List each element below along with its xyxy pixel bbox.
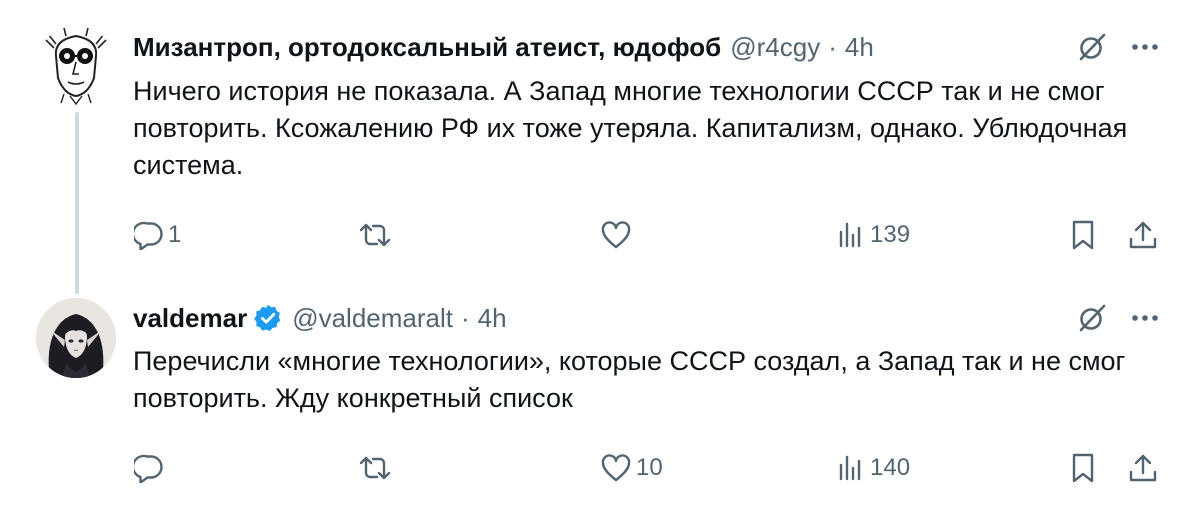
views-count: 140 [870, 454, 911, 481]
author-name[interactable]: valdemar [133, 303, 247, 334]
like-button[interactable] [600, 215, 636, 255]
share-button[interactable] [1127, 215, 1159, 255]
like-count: 10 [636, 454, 663, 481]
share-button[interactable] [1127, 448, 1159, 488]
more-button[interactable] [1128, 301, 1162, 335]
tweet-text: Ничего история не показала. А Запад мног… [133, 76, 1128, 180]
bookmark-button[interactable] [1068, 448, 1098, 488]
separator-dot: · [828, 31, 837, 62]
author-handle[interactable]: @r4cgy [730, 32, 820, 63]
more-button[interactable] [1128, 30, 1162, 64]
tweet-header: Мизантроп, ортодоксальный атеист, юдофоб… [133, 30, 874, 64]
bookmark-icon [1072, 220, 1094, 250]
tweet[interactable]: Мизантроп, ортодоксальный атеист, юдофоб… [0, 0, 1200, 294]
more-icon [1132, 44, 1158, 50]
retweet-icon [359, 456, 391, 480]
reply-icon [134, 221, 163, 250]
grok-icon [1079, 304, 1106, 332]
reply-button[interactable]: 1 [134, 215, 181, 255]
action-bar: 10 140 [0, 448, 1200, 488]
author-name[interactable]: Мизантроп, ортодоксальный атеист, юдофоб [133, 32, 721, 63]
author-handle[interactable]: @valdemaralt [292, 303, 453, 334]
retweet-icon [359, 223, 391, 247]
views-button[interactable]: 139 [836, 215, 910, 255]
grok-button[interactable] [1075, 30, 1109, 64]
verified-badge-icon [254, 304, 281, 331]
thread-line [75, 112, 79, 294]
views-count: 139 [870, 221, 911, 248]
avatar[interactable] [36, 298, 116, 378]
avatar-image [36, 26, 116, 106]
bookmark-icon [1072, 453, 1094, 483]
timestamp[interactable]: 4h [478, 303, 507, 334]
grok-button[interactable] [1075, 301, 1109, 335]
views-button[interactable]: 140 [836, 448, 910, 488]
share-icon [1129, 454, 1157, 482]
views-icon [839, 222, 861, 248]
retweet-button[interactable] [358, 448, 396, 488]
like-button[interactable]: 10 [600, 448, 663, 488]
bookmark-button[interactable] [1068, 215, 1098, 255]
reply-button[interactable] [134, 448, 168, 488]
avatar[interactable] [36, 26, 116, 106]
reply-icon [134, 454, 163, 483]
retweet-button[interactable] [358, 215, 396, 255]
tweet-text: Перечисли «многие технологии», которые С… [133, 346, 1126, 413]
avatar-image [36, 298, 116, 378]
like-icon [601, 221, 631, 249]
tweet-header: valdemar @valdemaralt · 4h [133, 301, 507, 335]
views-icon [839, 455, 861, 481]
grok-icon [1079, 33, 1106, 61]
timestamp[interactable]: 4h [845, 32, 874, 63]
action-bar: 1 139 [0, 215, 1200, 255]
separator-dot: · [460, 302, 470, 333]
like-icon [601, 454, 631, 482]
share-icon [1129, 221, 1157, 249]
reply-count: 1 [168, 221, 182, 248]
verified-badge [253, 303, 283, 333]
tweet[interactable]: valdemar @valdemaralt · 4h Перечисли «мн… [0, 290, 1200, 510]
more-icon [1132, 315, 1158, 321]
